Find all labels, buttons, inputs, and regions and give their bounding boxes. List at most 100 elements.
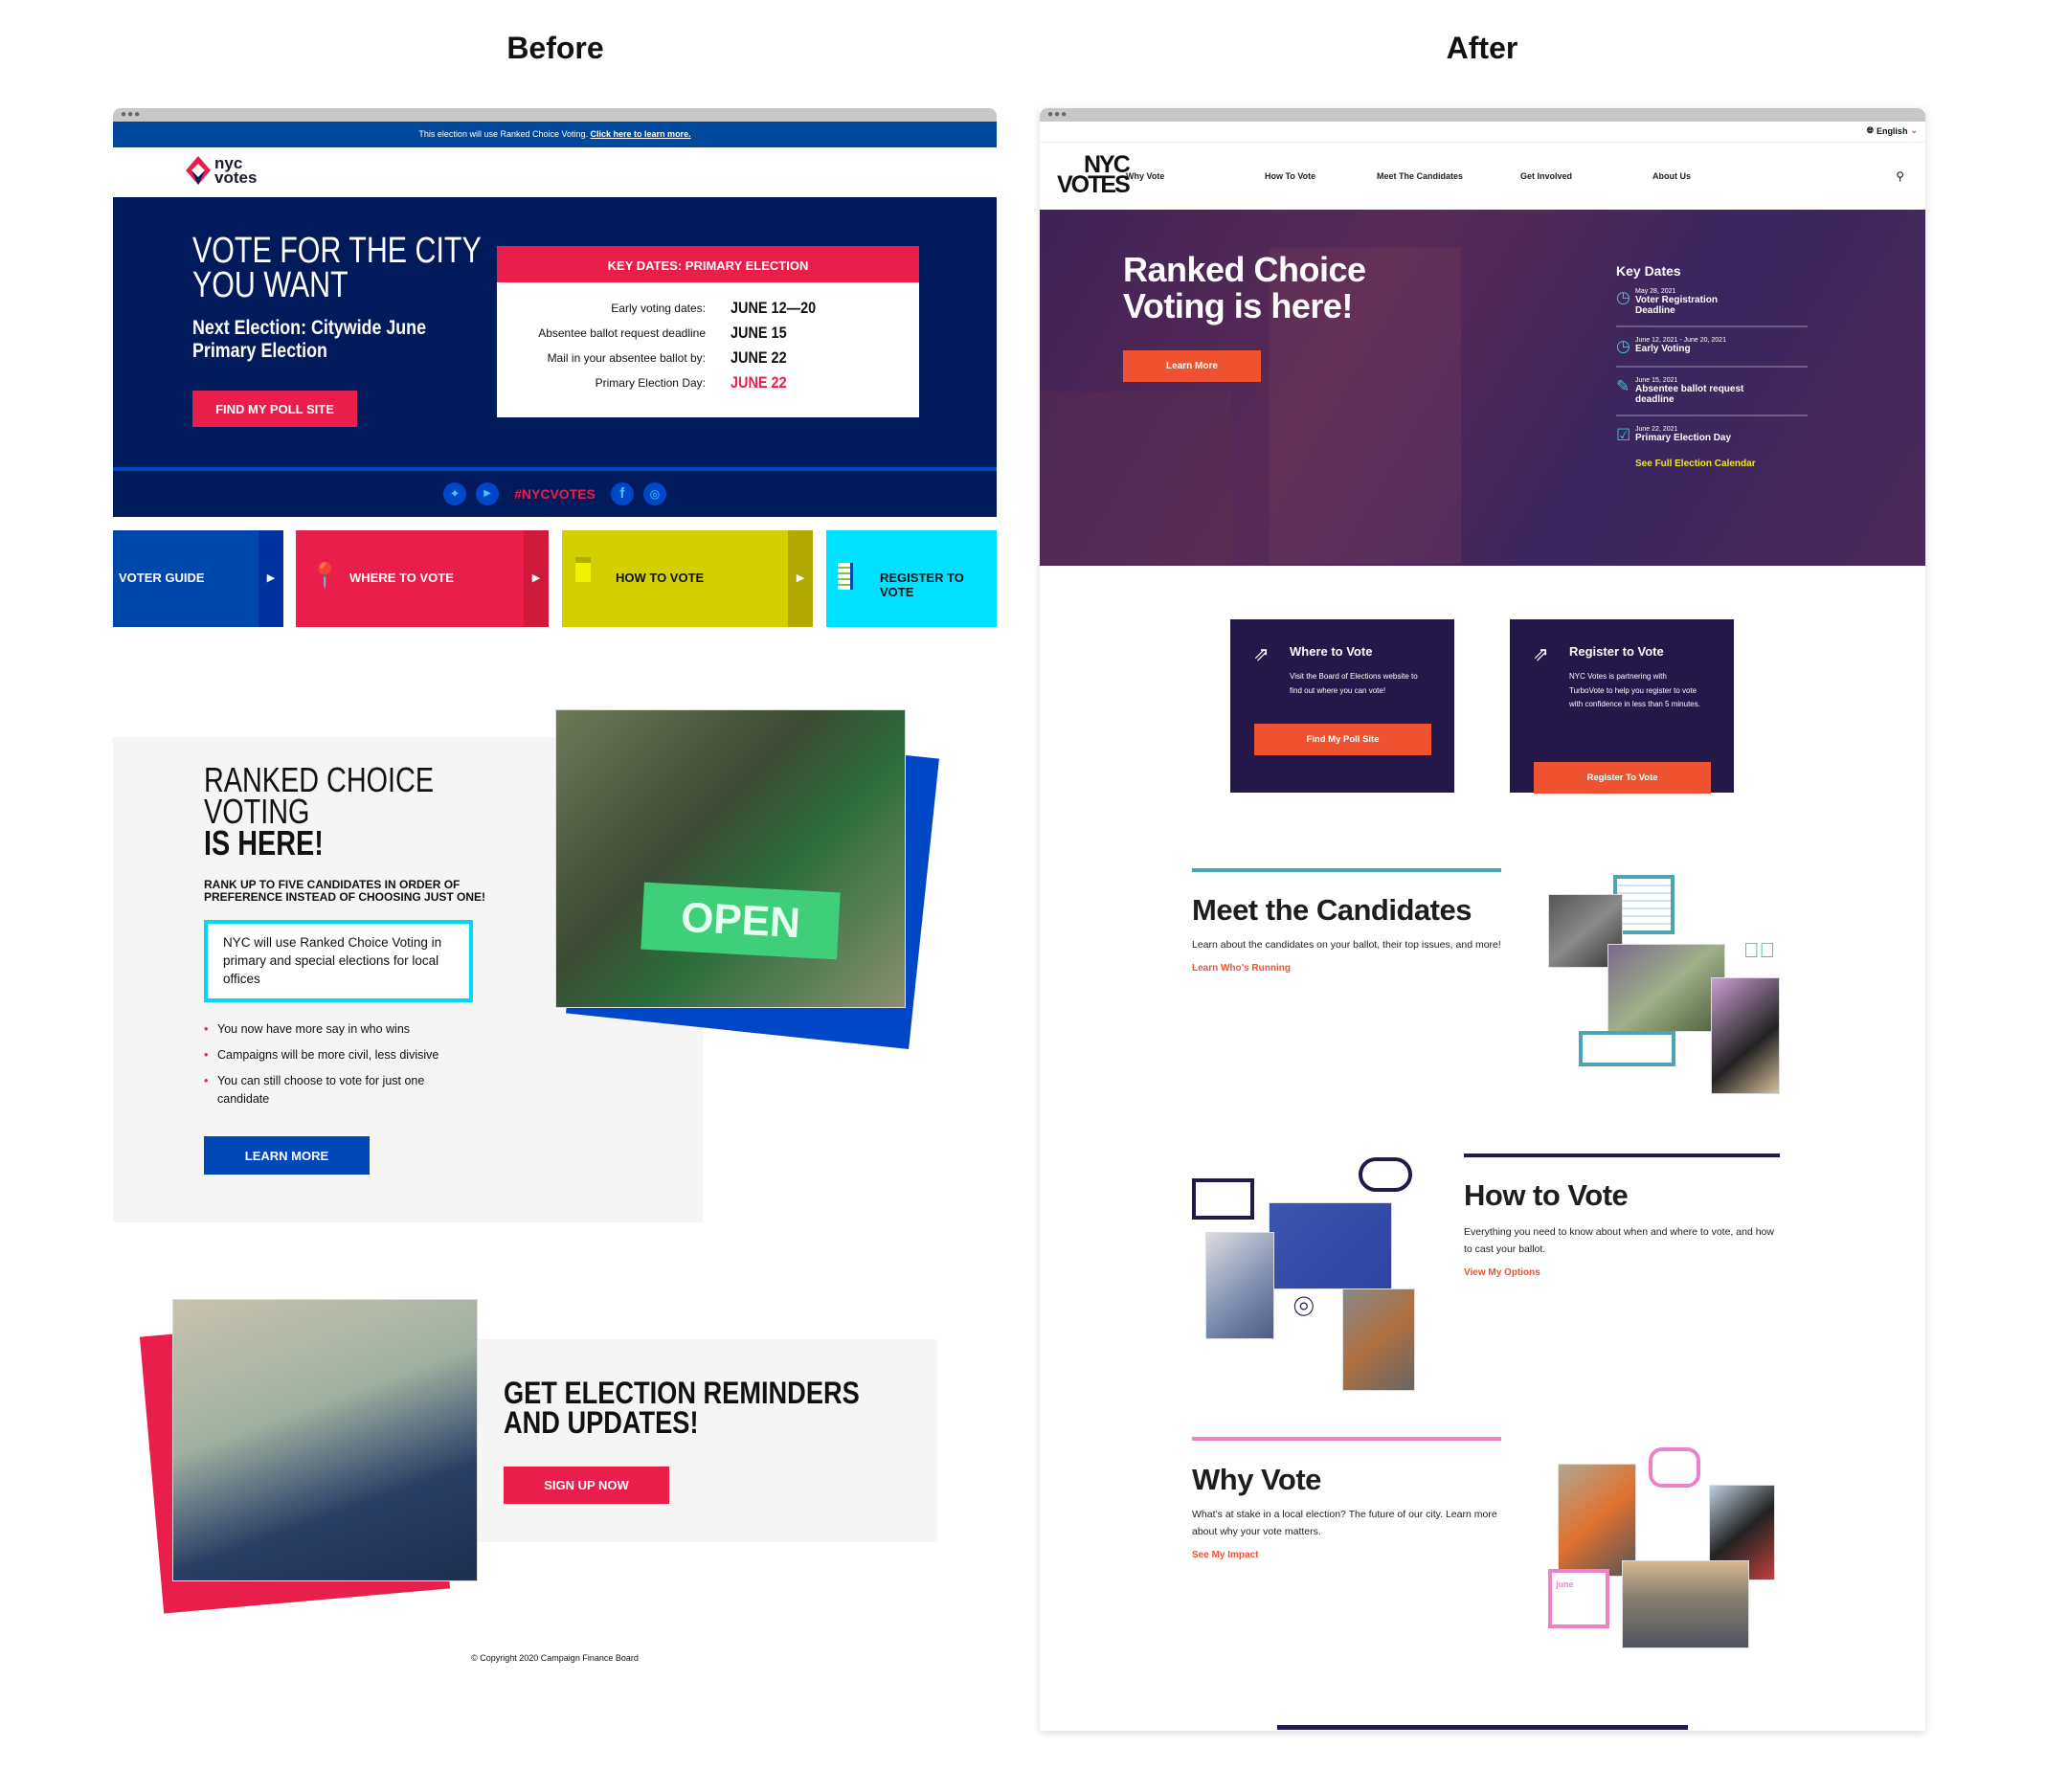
card-button[interactable]: Find My Poll Site [1254,724,1431,755]
nav-item[interactable]: Why Vote [1126,171,1164,181]
learn-whos-running-link[interactable]: Learn Who’s Running [1192,963,1508,974]
key-date-row: Early voting dates: JUNE 12—20 [497,296,919,321]
tile-label: WHERE TO VOTE [349,571,454,585]
hero: VOTE FOR THE CITY YOU WANT Next Election… [113,197,997,517]
key-date-value: JUNE 12—20 [731,299,817,317]
key-date-label: Absentee ballot request deadline [1635,384,1744,405]
sign-up-button[interactable]: SIGN UP NOW [504,1467,669,1504]
see-my-impact-link[interactable]: See My Impact [1192,1550,1508,1560]
key-date-date: June 22, 2021 [1635,426,1678,433]
section-meet-candidates: Meet the Candidates Learn about the cand… [1192,895,1508,974]
pen-icon: ✎ [1616,377,1630,395]
rcv-bullets: • You now have more say in who wins • Campa… [204,1020,453,1116]
nav-item[interactable]: How To Vote [1265,171,1315,181]
rcv-subtitle: RANK UP TO FIVE CANDIDATES IN ORDER OF P… [204,878,486,904]
key-date-label: Absentee ballot request deadline [538,326,706,340]
copyright: © Copyright 2020 Campaign Finance Board [471,1653,639,1663]
hero-photo-collage [1040,392,1231,564]
tile-register-to-vote[interactable]: REGISTER TO VOTE [826,530,997,627]
section-how-to-vote: How to Vote Everything you need to know … [1464,1180,1785,1278]
envelope-icon [1192,1178,1254,1220]
key-date-value: JUNE 15 [731,324,787,342]
key-date-date: June 15, 2021 [1635,377,1678,384]
speech-bubble-icon [1359,1157,1412,1192]
key-date-label: Voter Registration Deadline [1635,295,1718,316]
key-date-date: June 12, 2021 - June 20, 2021 [1635,337,1726,344]
masked-voter-photo [172,1299,478,1581]
rcv-title: RANKED CHOICE VOTING IS HERE! [204,763,491,861]
find-poll-site-button[interactable]: FIND MY POLL SITE [192,391,357,427]
nav-item[interactable]: Meet The Candidates [1377,171,1463,181]
ballot-illustration [1269,1202,1392,1289]
language-selector[interactable]: 🌐︎ English ⌄ [1867,125,1918,136]
bullet-text: You now have more say in who wins [217,1022,411,1036]
section-accent-line [1464,1154,1780,1157]
tile-how-to-vote[interactable]: HOW TO VOTE ▶ [562,530,813,627]
instagram-icon[interactable]: ◎ [642,482,666,505]
external-link-icon: ⇗ [1253,644,1270,665]
card-body: NYC Votes is partnering with TurboVote t… [1569,672,1700,708]
view-my-options-link[interactable]: View My Options [1464,1267,1785,1278]
key-date-item: ✎ June 15, 2021 Absentee ballot request de… [1616,368,1808,416]
speech-bubble-icon [1649,1447,1700,1488]
twitter-icon[interactable]: ✦ [443,482,467,505]
learn-more-button[interactable]: LEARN MORE [204,1136,370,1175]
key-date-row: Primary Election Day: JUNE 22 [497,370,919,395]
language-label: English [1876,125,1908,136]
full-calendar-link[interactable]: See Full Election Calendar [1616,459,1808,469]
key-date-item: ◷ June 12, 2021 - June 20, 2021 Early Voti… [1616,327,1808,368]
nycvotes-logo[interactable]: NYC VOTES [1057,153,1131,197]
scroll-indicator[interactable] [1277,1725,1688,1730]
hero-title: VOTE FOR THE CITY YOU WANT [192,231,482,305]
bullet-dot-icon: • [204,1048,209,1062]
city-skyline-photo [1622,1560,1749,1648]
social-row: ✦ ▶ #NYCVOTES f ◎ [113,482,997,505]
clipboard-icon [838,563,853,590]
nav-item[interactable]: About Us [1652,171,1691,181]
search-icon[interactable]: ⚲ [1896,169,1904,183]
key-date-row: Mail in your absentee ballot by: JUNE 22 [497,346,919,370]
candidate-photo [1711,977,1780,1094]
section-why-vote: Why Vote What’s at stake in a local elec… [1192,1465,1508,1560]
dog-photo [1342,1288,1415,1391]
youtube-icon[interactable]: ▶ [476,482,500,505]
card-button[interactable]: Register To Vote [1534,762,1711,794]
hashtag[interactable]: #NYCVOTES [514,486,596,502]
facebook-icon[interactable]: f [610,482,634,505]
action-card: ⇗ Where to Vote Visit the Board of Electio… [1230,619,1454,793]
tile-where-to-vote[interactable]: 📍 WHERE TO VOTE ▶ [296,530,549,627]
key-date-label: Primary Election Day [1635,433,1732,443]
section-accent-line [1192,1437,1501,1441]
key-date-label: Primary Election Day: [595,376,706,390]
key-date-item: ◷ May 28, 2021 Voter Registration Deadline [1616,279,1808,327]
learn-more-button[interactable]: Learn More [1123,350,1261,382]
browser-chrome: ●●● [1040,108,1925,122]
hero-title-line1: Ranked Choice [1123,250,1366,289]
section-body: What’s at stake in a local election? The… [1192,1509,1497,1537]
bullet-item: • Campaigns will be more civil, less divi… [204,1046,453,1064]
tile-voter-guide[interactable]: VOTER GUIDE ▶ [113,530,283,627]
candidates-group-photo [1607,944,1725,1032]
key-dates-title: Key Dates [1616,263,1681,279]
tile-label: HOW TO VOTE [616,571,705,585]
map-pin-icon: 📍 [309,561,341,590]
hero-title-line2: YOU WANT [192,265,348,305]
before-browser: ●●● This election will use Ranked Choice… [113,108,997,1736]
speech-bubble-icon [1579,1031,1675,1066]
open-sign-photo: OPEN [555,709,906,1008]
bullet-item: • You can still choose to vote for just o… [204,1072,453,1109]
clock-icon: ◷ [1616,337,1630,355]
chevron-right-icon: ▶ [524,530,549,627]
nav-item[interactable]: Get Involved [1520,171,1572,181]
key-date-value: JUNE 22 [731,348,787,367]
key-date-date: May 28, 2021 [1635,288,1676,295]
tile-label: REGISTER TO VOTE [880,571,964,599]
check-circle-icon: ✓⃝ [1743,938,1775,962]
hero-title-line1: VOTE FOR THE CITY [192,231,482,271]
tile-label: VOTER GUIDE [119,571,205,585]
key-dates-box: KEY DATES: PRIMARY ELECTION Early voting… [497,246,919,417]
banner-text: This election will use Ranked Choice Vot… [418,129,591,139]
key-dates-panel: Key Dates ◷ May 28, 2021 Voter Registratio… [1616,263,1808,469]
banner-link[interactable]: Click here to learn more. [591,129,691,139]
nycvotes-logo[interactable]: nyc votes [186,155,257,186]
